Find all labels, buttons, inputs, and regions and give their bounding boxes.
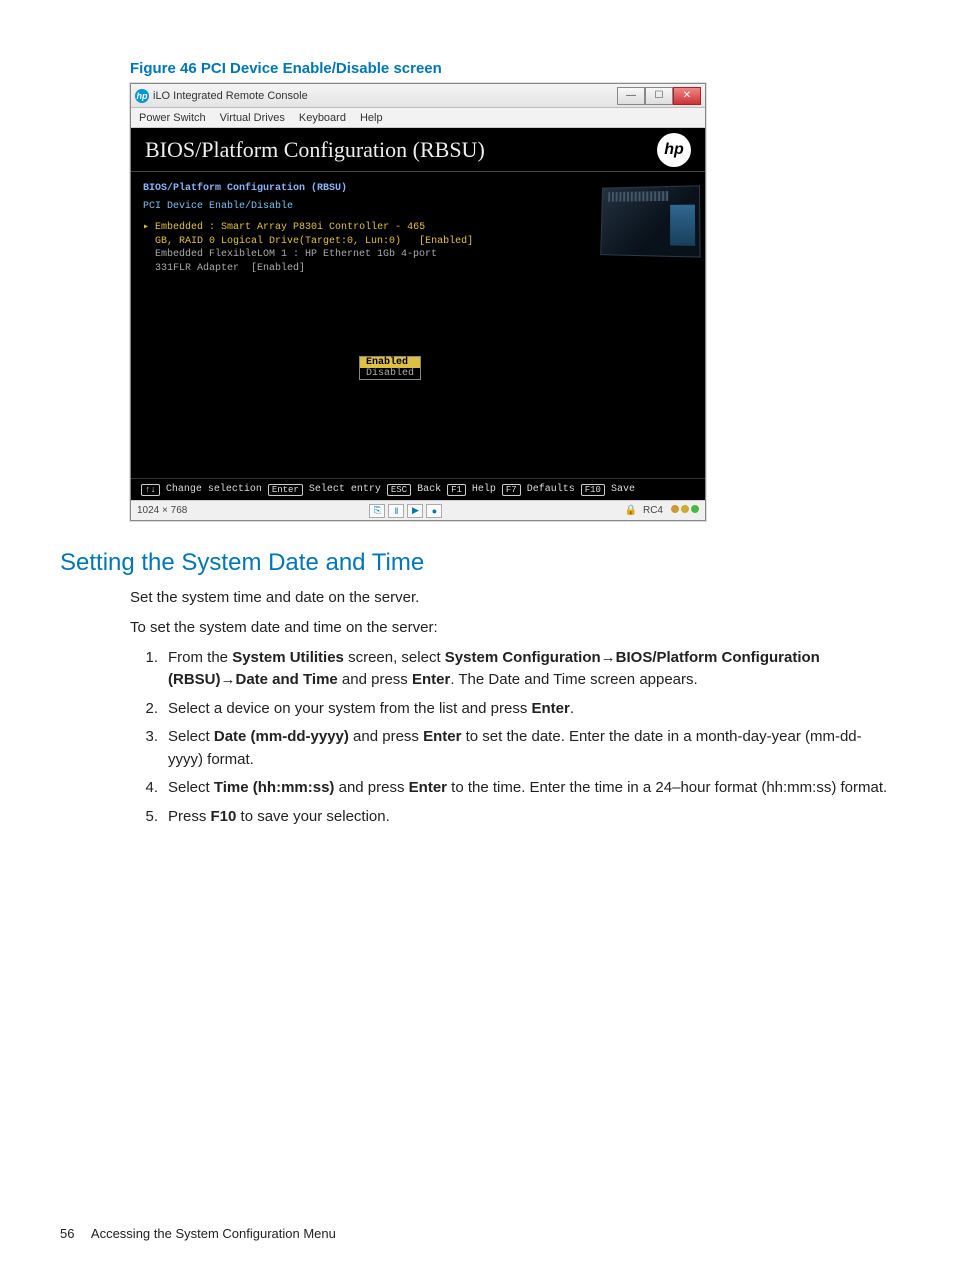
statusbar: 1024 × 768 ⎘ ‖ ▶ ● 🔒 RC4 [131,500,705,520]
key-icon: ↑↓ [141,484,160,496]
server-image [600,185,700,257]
bios-header: BIOS/Platform Configuration (RBSU) hp [131,128,705,172]
key-icon: Enter [268,484,303,496]
resolution-text: 1024 × 768 [137,505,187,516]
titlebar: hp iLO Integrated Remote Console — ☐ ✕ [131,84,705,108]
key-icon: F10 [581,484,605,496]
menubar: Power Switch Virtual Drives Keyboard Hel… [131,108,705,128]
status-button[interactable]: ● [426,504,442,518]
key-hints: ↑↓Change selection EnterSelect entry ESC… [131,478,705,500]
figure-caption: Figure 46 PCI Device Enable/Disable scre… [130,60,894,77]
chapter-title: Accessing the System Configuration Menu [91,1226,336,1241]
hp-badge-icon: hp [135,89,149,103]
status-button[interactable]: ▶ [407,504,423,518]
page-footer: 56 Accessing the System Configuration Me… [60,1226,336,1241]
menu-item[interactable]: Power Switch [139,112,206,124]
bios-screen: BIOS/Platform Configuration (RBSU) hp BI… [131,128,705,500]
enable-disable-popup: Enabled Disabled [359,356,421,380]
remote-console-window: hp iLO Integrated Remote Console — ☐ ✕ P… [130,83,706,521]
encryption-text: RC4 [643,505,663,516]
popup-option[interactable]: Disabled [360,368,420,379]
maximize-button[interactable]: ☐ [645,87,673,105]
minimize-button[interactable]: — [617,87,645,105]
lock-icon: 🔒 [625,505,637,516]
intro-text: To set the system date and time on the s… [130,617,894,639]
step-item: From the System Utilities screen, select… [130,647,894,692]
menu-item[interactable]: Help [360,112,383,124]
window-title: iLO Integrated Remote Console [153,90,613,102]
step-item: Select Date (mm-dd-yyyy) and press Enter… [130,726,894,771]
page-number: 56 [60,1226,88,1241]
menu-item[interactable]: Virtual Drives [220,112,285,124]
steps-list: From the System Utilities screen, select… [130,647,894,829]
section-heading: Setting the System Date and Time [60,549,894,577]
popup-option[interactable]: Enabled [360,357,420,368]
menu-item[interactable]: Keyboard [299,112,346,124]
step-item: Select Time (hh:mm:ss) and press Enter t… [130,777,894,800]
hp-logo-icon: hp [657,133,691,167]
step-item: Select a device on your system from the … [130,698,894,721]
key-icon: F7 [502,484,521,496]
key-icon: F1 [447,484,466,496]
key-icon: ESC [387,484,411,496]
status-leds [669,505,699,516]
bios-title: BIOS/Platform Configuration (RBSU) [145,137,485,163]
close-button[interactable]: ✕ [673,87,701,105]
intro-text: Set the system time and date on the serv… [130,587,894,609]
step-item: Press F10 to save your selection. [130,806,894,829]
status-button[interactable]: ⎘ [369,504,385,518]
status-button[interactable]: ‖ [388,504,404,518]
